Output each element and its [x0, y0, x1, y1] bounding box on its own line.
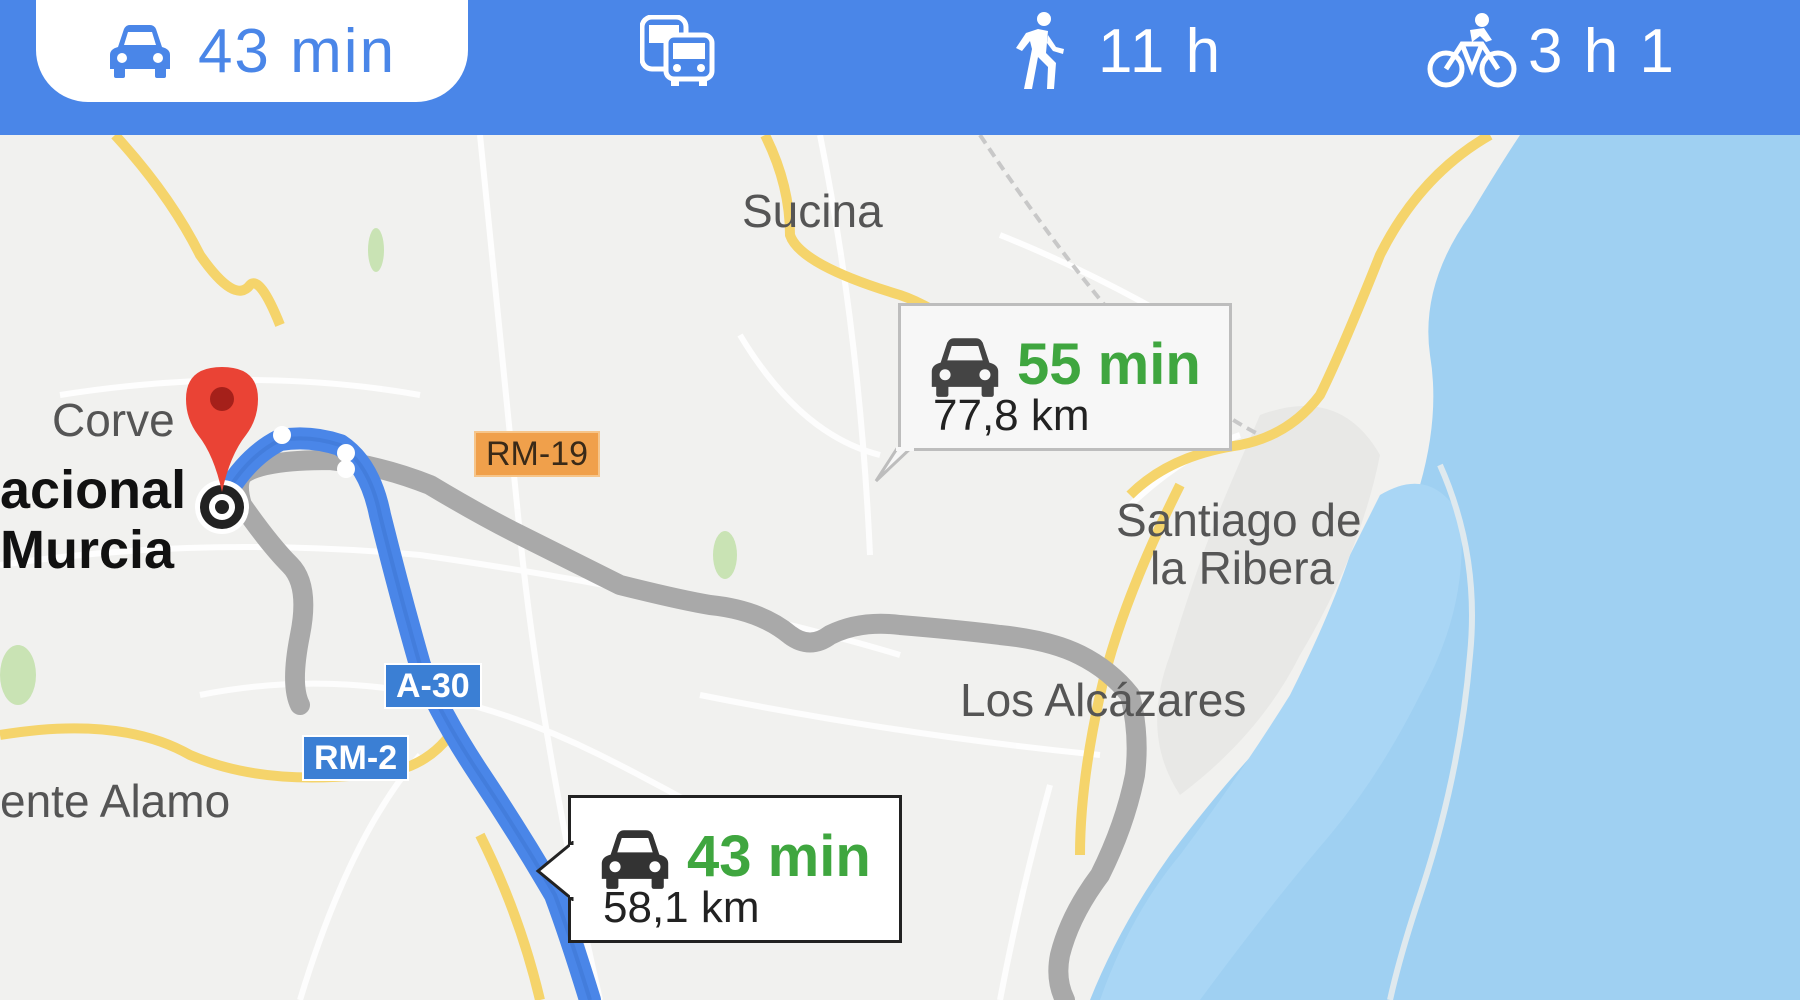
route-node: [273, 426, 291, 444]
transit-icon: [640, 15, 716, 87]
driving-duration: 43 min: [197, 16, 397, 86]
route-node: [337, 460, 355, 478]
route-distance: 58,1 km: [603, 883, 760, 932]
cycling-duration: 3 h 1: [1528, 16, 1676, 86]
travel-mode-driving[interactable]: 43 min: [36, 0, 468, 102]
route-distance: 77,8 km: [933, 391, 1090, 440]
walking-icon: [1010, 11, 1070, 91]
road-shield-rm2: RM-2: [302, 735, 410, 781]
car-icon: [108, 23, 172, 79]
travel-mode-transit[interactable]: [640, 0, 716, 102]
route-callout-alternative[interactable]: 55 min 77,8 km: [898, 303, 1232, 451]
car-icon: [931, 338, 999, 397]
callout-pointer: [874, 447, 914, 483]
route-duration: 43 min: [687, 824, 871, 889]
bicycle-icon: [1426, 12, 1518, 90]
travel-mode-cycling[interactable]: 3 h 1: [1426, 0, 1676, 102]
place-label-corvera: Corve: [52, 394, 175, 446]
walking-duration: 11 h: [1098, 16, 1223, 86]
road-shield-rm19: RM-19: [474, 431, 601, 477]
road-shield-a30: A-30: [384, 663, 482, 709]
travel-mode-walking[interactable]: 11 h: [1010, 0, 1222, 102]
car-icon: [601, 830, 669, 889]
place-label-santiago-line1: Santiago de: [1116, 494, 1362, 546]
map-view[interactable]: Sucina Corve acional Murcia Santiago de …: [0, 135, 1800, 1000]
callout-pointer: [535, 841, 574, 901]
place-label-santiago-line2: la Ribera: [1150, 542, 1335, 594]
route-callout-primary[interactable]: 43 min 58,1 km: [568, 795, 902, 943]
place-label-los-alcazares: Los Alcázares: [960, 674, 1247, 726]
route-node: [337, 444, 355, 462]
travel-mode-bar: 43 min 11 h 3 h 1: [0, 0, 1800, 135]
place-label-sucina: Sucina: [742, 185, 883, 237]
place-label-fuente-alamo: ente Alamo: [0, 775, 231, 827]
place-label-airport-line1: acional: [0, 460, 187, 520]
place-label-airport-line2: Murcia: [0, 520, 175, 580]
route-duration: 55 min: [1017, 332, 1201, 397]
